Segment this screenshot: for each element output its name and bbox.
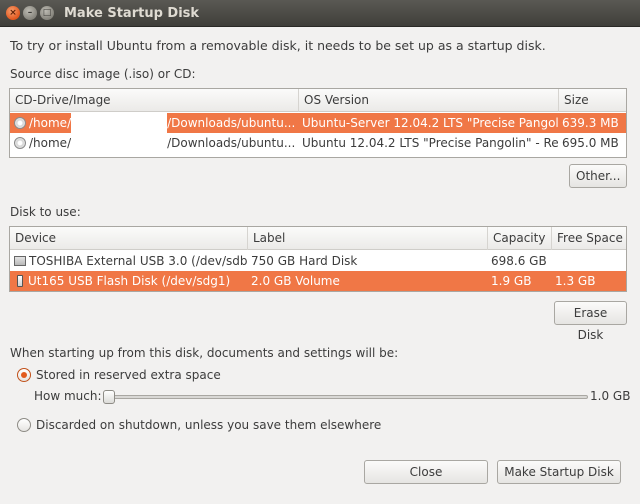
close-button[interactable]: Close: [364, 460, 488, 484]
source-path-cell: /home/ /Downloads/ubuntu...: [10, 133, 298, 153]
source-os-cell: Ubuntu-Server 12.04.2 LTS "Precise Pango…: [302, 116, 558, 130]
source-os-cell: Ubuntu 12.04.2 LTS "Precise Pangolin" - …: [302, 136, 558, 150]
intro-text: To try or install Ubuntu from a removabl…: [10, 38, 546, 53]
column-capacity[interactable]: Capacity: [487, 227, 551, 250]
space-slider-handle[interactable]: [103, 390, 115, 404]
path-start: /home/: [29, 116, 72, 130]
disk-device-cell: Ut165 USB Flash Disk (/dev/sdg1): [10, 271, 247, 291]
redacted-username: [71, 133, 168, 153]
stored-option-label[interactable]: Stored in reserved extra space: [36, 368, 221, 382]
discarded-radio[interactable]: [17, 418, 31, 432]
disk-table: Device Label Capacity Free Space TOSHIBA…: [9, 226, 627, 292]
window-maximize-icon[interactable]: □: [40, 6, 54, 20]
discarded-option-label[interactable]: Discarded on shutdown, unless you save t…: [36, 418, 381, 432]
column-label[interactable]: Label: [247, 227, 487, 250]
disk-free-cell: 1.3 GB: [555, 274, 596, 288]
window-close-icon[interactable]: ×: [6, 6, 20, 20]
space-slider-track[interactable]: [106, 395, 588, 399]
disk-capacity-cell: 698.6 GB: [491, 254, 547, 268]
column-cd-drive-image[interactable]: CD-Drive/Image: [10, 89, 298, 112]
source-table: CD-Drive/Image OS Version Size /home/ /Do…: [9, 88, 627, 158]
path-end: /Downloads/ubuntu...: [167, 136, 296, 150]
other-button[interactable]: Other...: [569, 164, 627, 188]
disc-icon: [14, 136, 26, 149]
device-name: TOSHIBA External USB 3.0 (/dev/sdb): [29, 254, 247, 268]
disk-row[interactable]: TOSHIBA External USB 3.0 (/dev/sdb) 750 …: [10, 251, 626, 271]
stored-radio[interactable]: [17, 368, 31, 382]
column-size[interactable]: Size: [558, 89, 627, 112]
disk-table-header: Device Label Capacity Free Space: [10, 227, 626, 250]
window-title: Make Startup Disk: [64, 6, 200, 21]
disk-label-cell: 750 GB Hard Disk: [251, 254, 358, 268]
slider-value: 1.0 GB: [590, 389, 631, 403]
source-row-selected[interactable]: /home/ /Downloads/ubuntu... Ubuntu-Server…: [10, 113, 626, 133]
window-minimize-icon[interactable]: –: [23, 6, 37, 20]
how-much-label: How much:: [34, 389, 102, 403]
source-path-cell: /home/ /Downloads/ubuntu...: [10, 113, 298, 133]
persistence-heading: When starting up from this disk, documen…: [10, 346, 399, 360]
usb-drive-icon: [17, 274, 23, 287]
disc-icon: [14, 116, 26, 129]
title-bar: × – □ Make Startup Disk: [0, 0, 640, 27]
disk-capacity-cell: 1.9 GB: [491, 274, 532, 288]
source-label: Source disc image (.iso) or CD:: [10, 67, 196, 81]
source-table-header: CD-Drive/Image OS Version Size: [10, 89, 626, 112]
source-size-cell: 639.3 MB: [562, 116, 619, 130]
column-free-space[interactable]: Free Space: [551, 227, 627, 250]
disk-label: Disk to use:: [10, 205, 81, 219]
source-size-cell: 695.0 MB: [562, 136, 619, 150]
redacted-username: [71, 113, 168, 133]
path-start: /home/: [29, 136, 72, 150]
make-startup-disk-button[interactable]: Make Startup Disk: [497, 460, 621, 484]
hard-disk-icon: [14, 255, 26, 266]
column-device[interactable]: Device: [10, 227, 247, 250]
device-name: Ut165 USB Flash Disk (/dev/sdg1): [28, 274, 231, 288]
column-os-version[interactable]: OS Version: [298, 89, 558, 112]
erase-disk-button[interactable]: Erase Disk: [554, 301, 627, 342]
source-row[interactable]: /home/ /Downloads/ubuntu... Ubuntu 12.04.…: [10, 133, 626, 153]
disk-device-cell: TOSHIBA External USB 3.0 (/dev/sdb): [10, 251, 247, 271]
disk-row-selected[interactable]: Ut165 USB Flash Disk (/dev/sdg1) 2.0 GB …: [10, 271, 626, 291]
disk-free-cell: [551, 251, 627, 271]
path-end: /Downloads/ubuntu...: [167, 116, 296, 130]
disk-label-cell: 2.0 GB Volume: [251, 274, 340, 288]
